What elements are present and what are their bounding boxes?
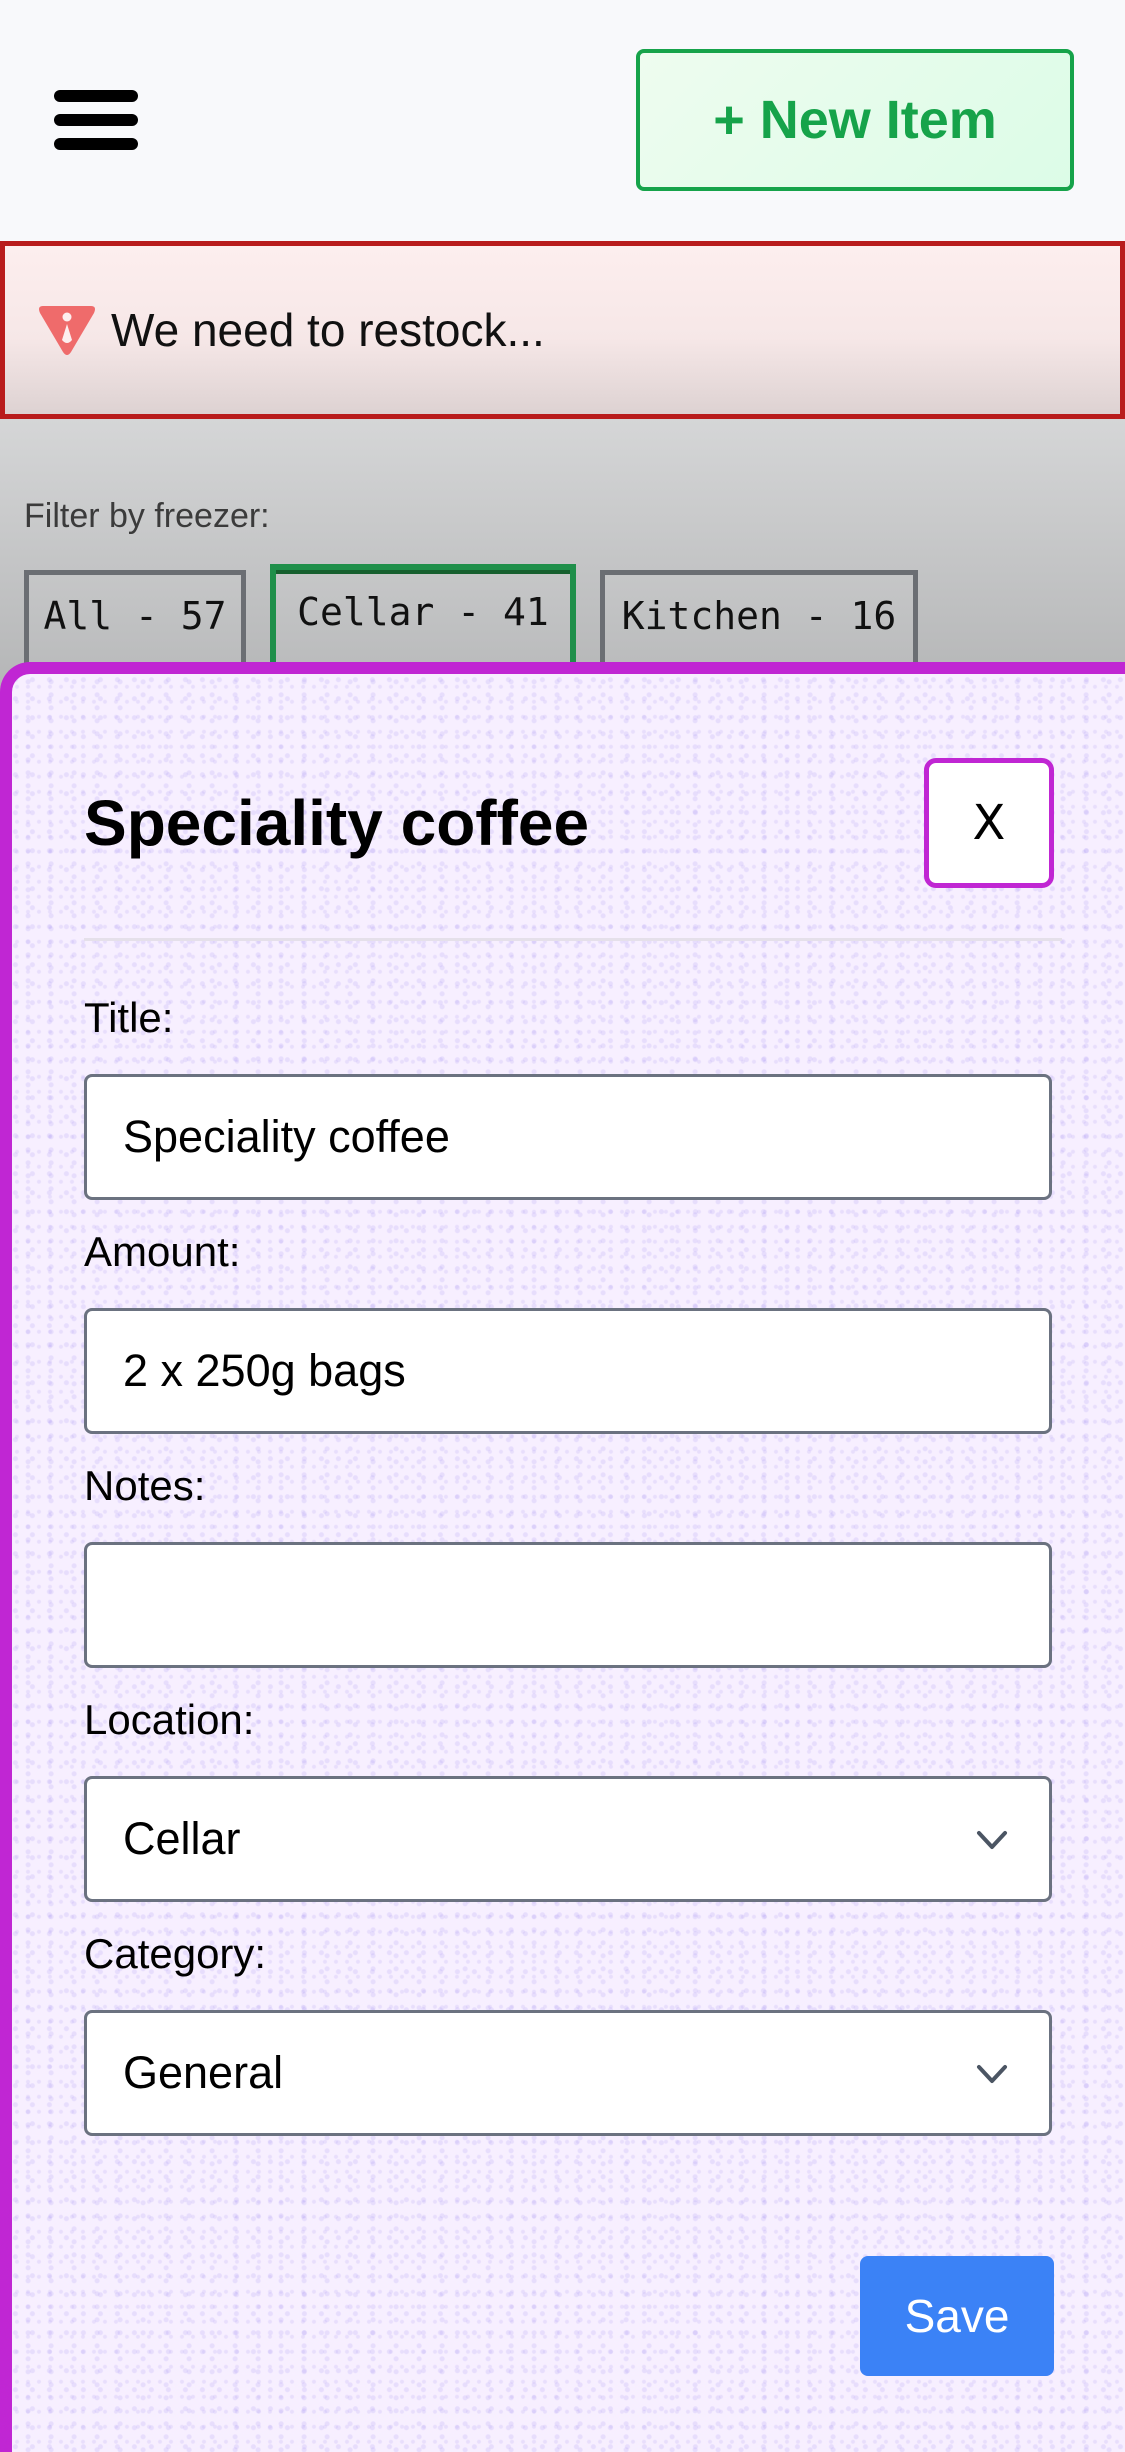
save-button[interactable]: Save <box>860 2256 1054 2376</box>
filter-tab-cellar[interactable]: Cellar - 41 <box>270 564 576 664</box>
hamburger-menu-icon[interactable] <box>54 90 138 152</box>
category-select-value: General <box>123 2047 284 2098</box>
close-icon: X <box>972 795 1006 851</box>
filter-label: Filter by freezer: <box>24 497 270 535</box>
edit-item-panel: Speciality coffee X Title: Speciality co… <box>0 662 1125 2452</box>
category-select[interactable]: General <box>84 2010 1052 2136</box>
restock-alert[interactable]: We need to restock... <box>0 241 1125 419</box>
filter-tab-kitchen[interactable]: Kitchen - 16 <box>600 570 918 670</box>
category-label: Category: <box>84 1930 267 1977</box>
filter-tab-all[interactable]: All - 57 <box>24 570 246 670</box>
menu-bar <box>54 138 138 150</box>
new-item-button[interactable]: + New Item <box>636 49 1074 191</box>
menu-bar <box>54 90 138 102</box>
location-label: Location: <box>84 1696 255 1743</box>
menu-bar <box>54 114 138 126</box>
notes-input[interactable] <box>84 1542 1052 1668</box>
alert-text: We need to restock... <box>111 304 545 356</box>
chevron-down-icon <box>977 1831 1007 1849</box>
amount-input[interactable]: 2 x 250g bags <box>84 1308 1052 1434</box>
amount-label: Amount: <box>84 1228 241 1275</box>
app-header: + New Item <box>0 0 1125 240</box>
warning-triangle-icon <box>39 306 95 355</box>
panel-title: Speciality coffee <box>84 787 590 859</box>
amount-input-value: 2 x 250g bags <box>123 1345 406 1396</box>
title-input-value: Speciality coffee <box>123 1111 450 1162</box>
divider <box>84 938 1062 941</box>
title-label: Title: <box>84 994 174 1041</box>
location-select[interactable]: Cellar <box>84 1776 1052 1902</box>
title-input[interactable]: Speciality coffee <box>84 1074 1052 1200</box>
notes-label: Notes: <box>84 1462 206 1509</box>
close-button[interactable]: X <box>924 758 1054 888</box>
location-select-value: Cellar <box>123 1813 241 1864</box>
chevron-down-icon <box>977 2065 1007 2083</box>
